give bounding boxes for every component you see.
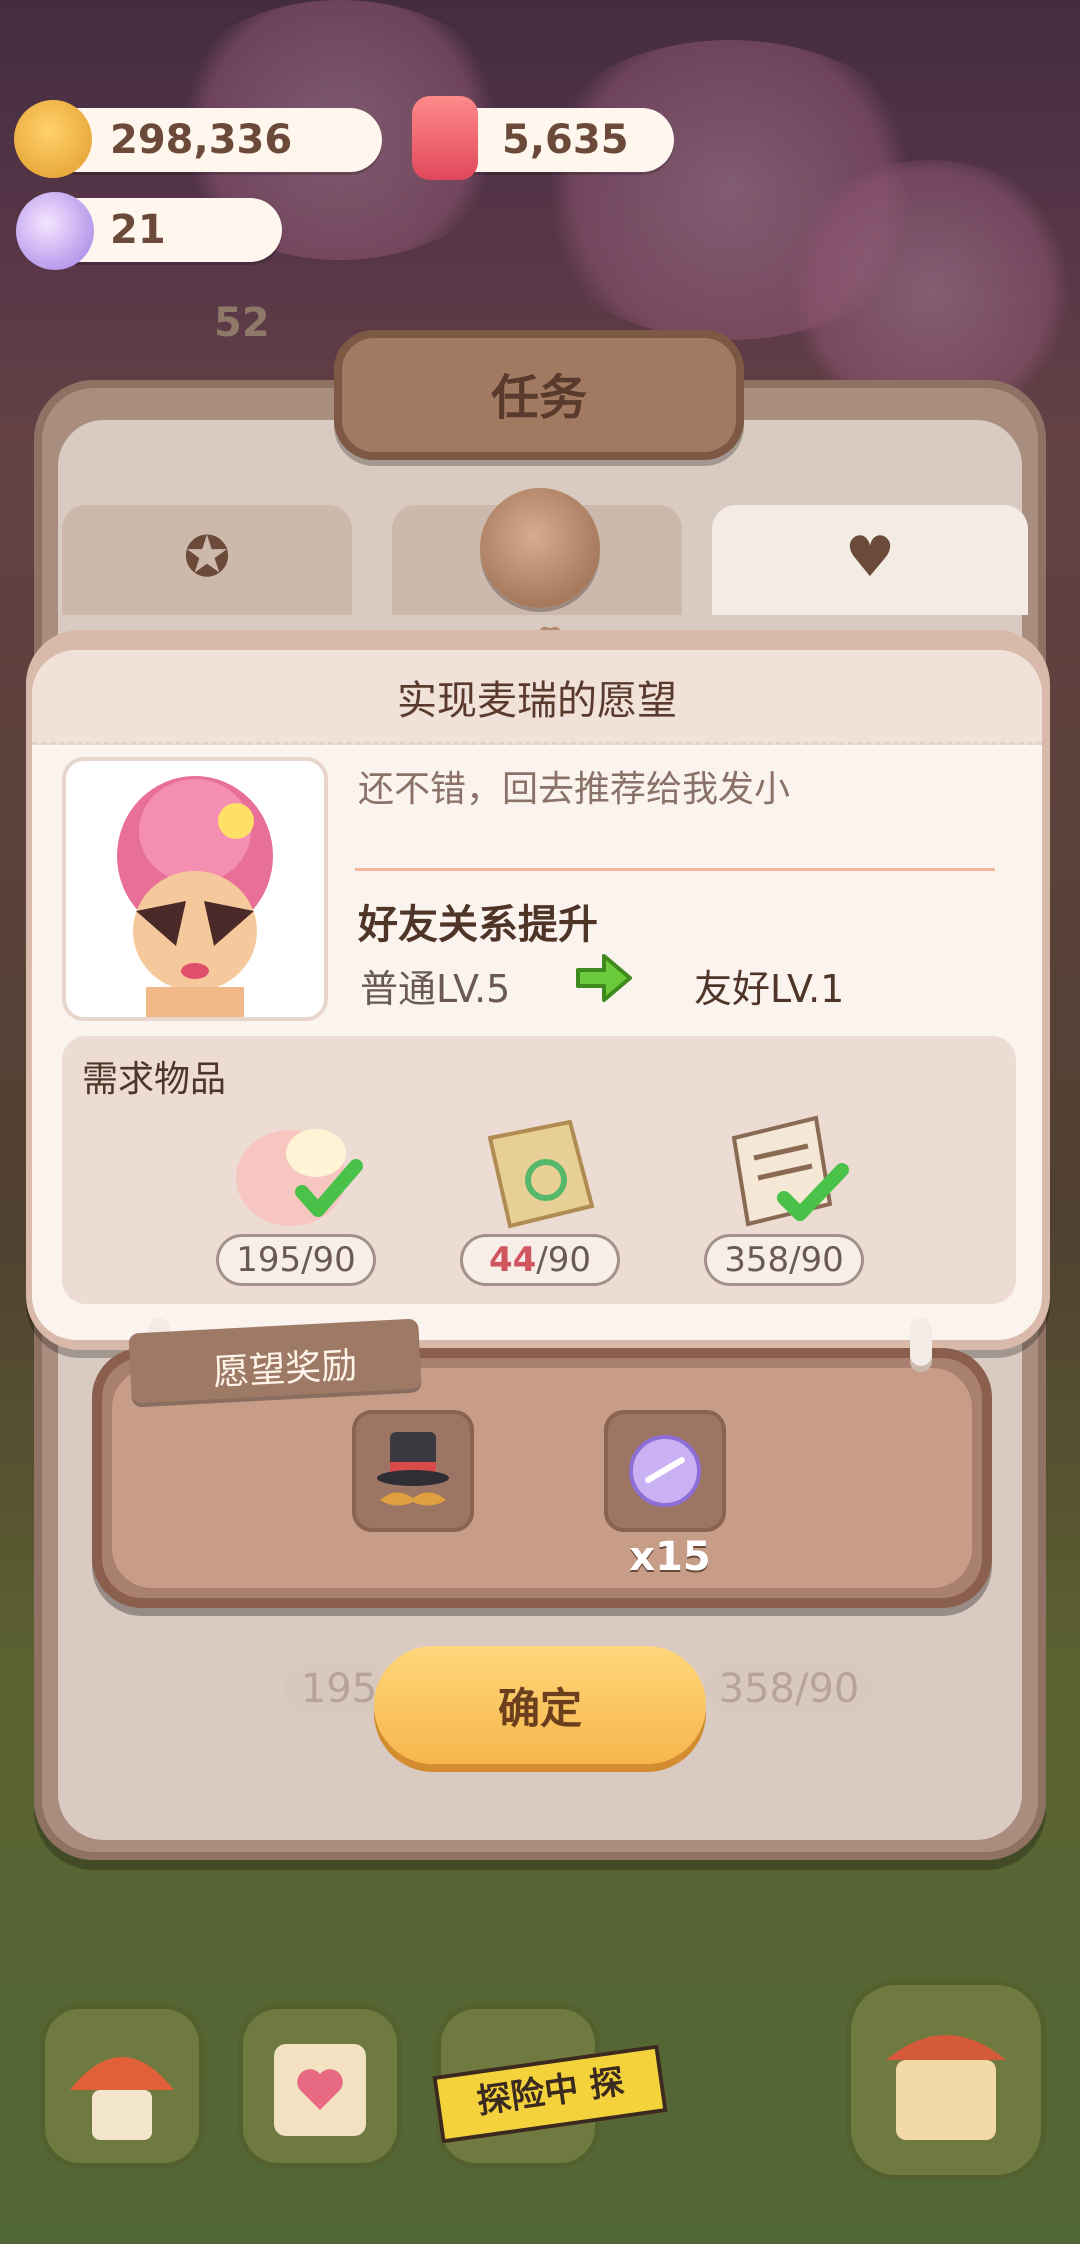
reward-slot[interactable] [604, 1410, 726, 1532]
divider [355, 868, 995, 871]
level-from: 普通LV.5 [360, 967, 511, 1011]
candy-value: 21 [110, 207, 166, 253]
need-count: /90 [789, 1240, 844, 1280]
cream-bun-icon [216, 1108, 376, 1238]
character-dialog: 还不错，回去推荐给我发小 [358, 769, 791, 810]
top-hat-mustache-icon [377, 1432, 449, 1506]
have-count: 44 [488, 1240, 537, 1280]
panel-title: 任务 [490, 370, 587, 426]
character-portrait [62, 757, 328, 1021]
reward-plate-inner [112, 1368, 972, 1588]
have-count: 195 [236, 1240, 302, 1280]
friendship-title: 好友关系提升 [358, 902, 598, 948]
requirements-label: 需求物品 [82, 1059, 227, 1100]
have-count: 358 [724, 1240, 790, 1280]
need-count: /90 [536, 1240, 592, 1280]
requirement-count: 195/90 [216, 1234, 376, 1286]
level-to: 友好LV.1 [694, 967, 845, 1011]
paper-bag-icon [460, 1108, 620, 1238]
candle-icon [412, 96, 478, 180]
candy-icon [629, 1435, 701, 1507]
calendar-heart-icon [274, 2044, 366, 2136]
pin [910, 1318, 932, 1372]
tab-badges[interactable]: ✪ [62, 505, 352, 615]
cookie-coin-icon [14, 100, 92, 178]
confirm-button[interactable]: 确定 [374, 1646, 706, 1764]
hud-badge-count: 52 [214, 300, 270, 346]
carousel-icon [886, 2035, 1006, 2140]
background-count: 358/90 [704, 1664, 874, 1714]
candy-icon [16, 192, 94, 270]
candle-value: 5,635 [502, 117, 629, 163]
reward-quantity: x15 [629, 1534, 711, 1580]
requirement-count: 44/90 [460, 1234, 620, 1286]
mushroom-house-icon [70, 2057, 174, 2140]
requirement-count: 358/90 [704, 1234, 864, 1286]
dock-home-button[interactable] [40, 2004, 204, 2168]
paw-badge-icon: ✪ [183, 525, 231, 590]
wooden-peg [480, 488, 600, 608]
dock-calendar-button[interactable] [238, 2004, 402, 2168]
coin-value: 298,336 [110, 117, 293, 163]
arrow-right-icon [576, 954, 632, 1002]
heart-flask-icon: ♥ [844, 525, 896, 590]
reward-slot[interactable] [352, 1410, 474, 1532]
need-count: /90 [301, 1240, 356, 1280]
tab-wishes[interactable]: ♥ [712, 505, 1028, 615]
dock-carousel-button[interactable] [846, 1980, 1046, 2180]
wish-title: 实现麦瑞的愿望 [397, 678, 677, 724]
newspaper-icon [704, 1108, 864, 1238]
